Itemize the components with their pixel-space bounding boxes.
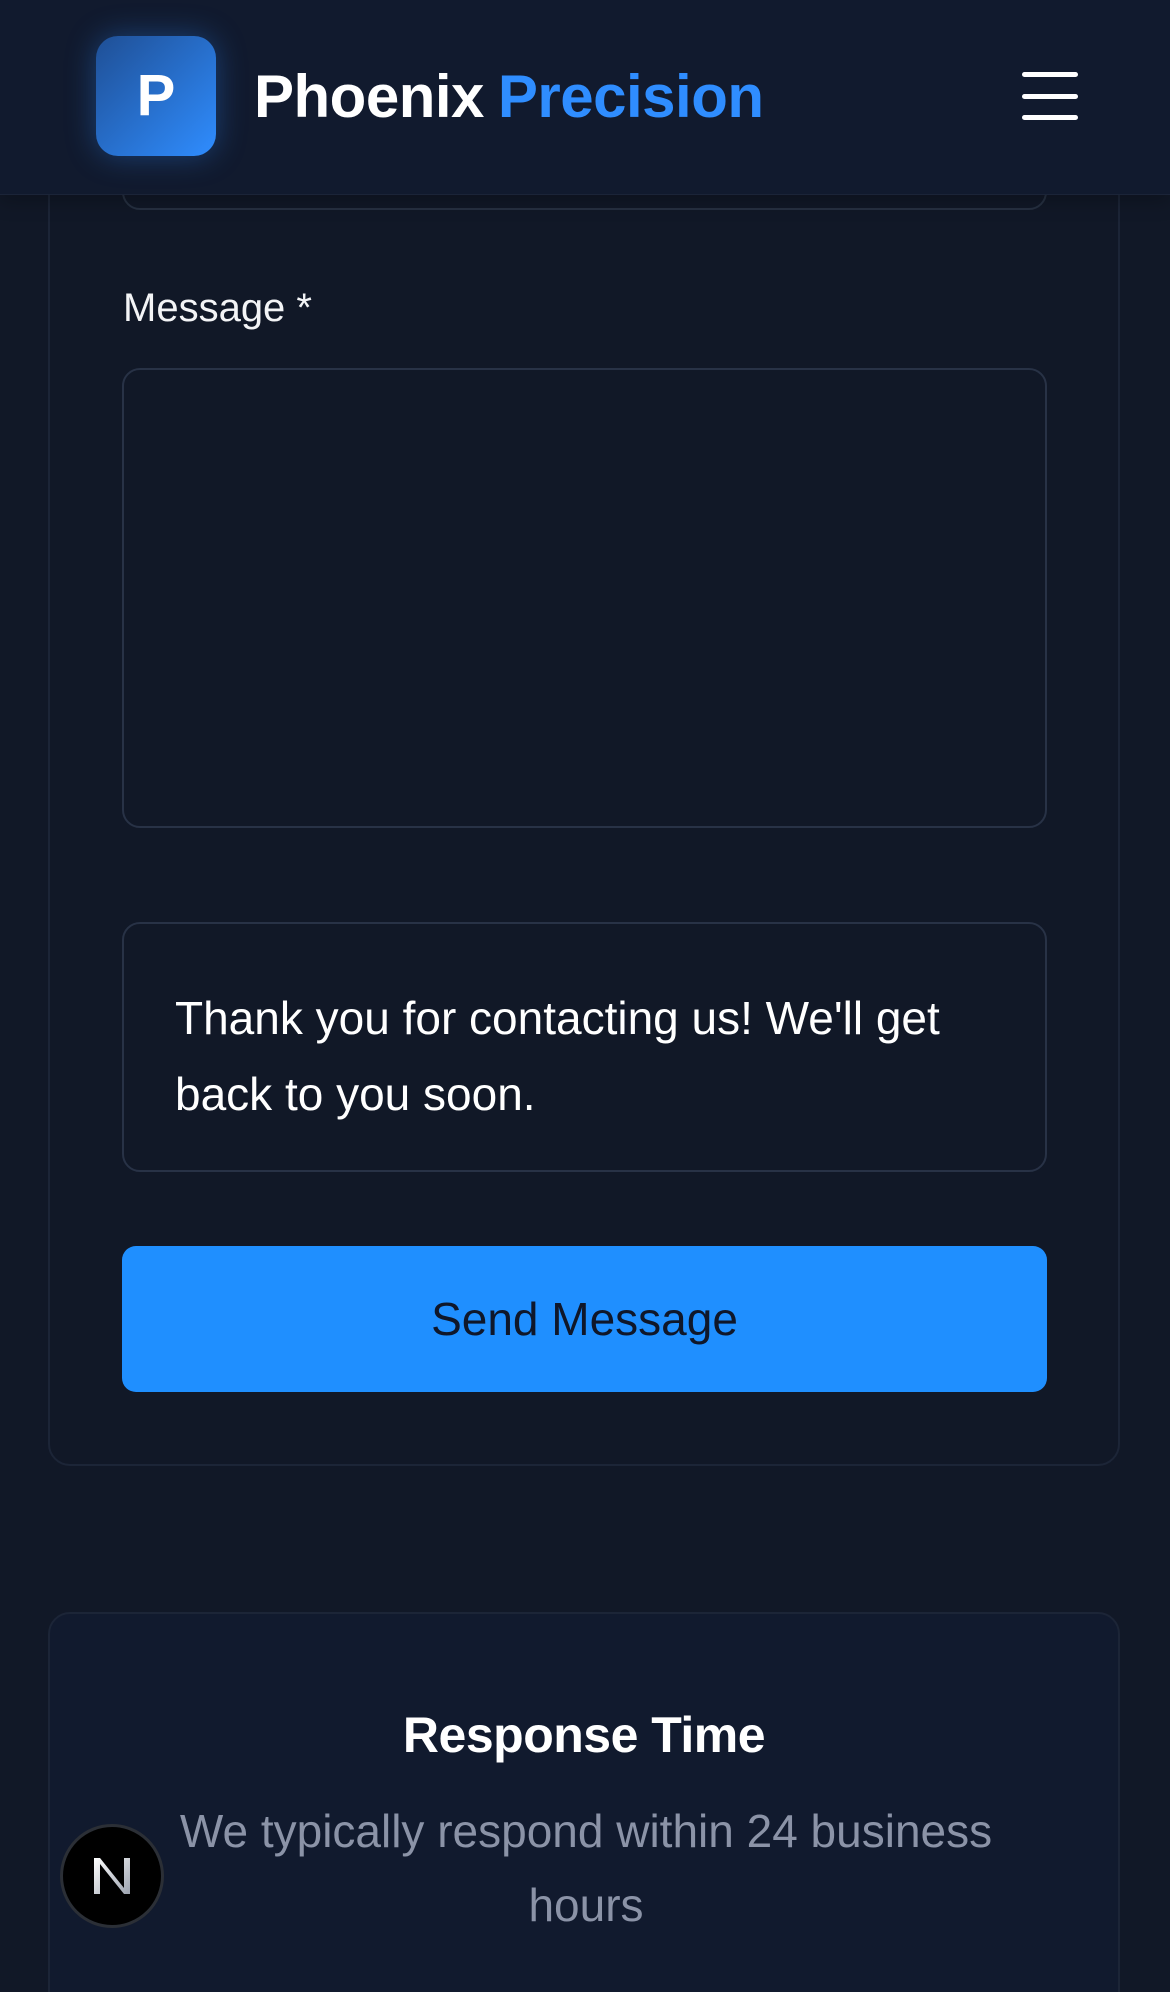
response-time-text: We typically respond within 24 business … xyxy=(179,1805,993,1931)
brand-name-primary: Phoenix xyxy=(254,62,484,130)
menu-line xyxy=(1022,72,1078,77)
message-textarea[interactable] xyxy=(122,368,1047,828)
page: P Phoenix Precision Message * Thank you … xyxy=(0,0,1170,1992)
brand-name-accent: Precision xyxy=(497,62,764,130)
brand-logo[interactable]: P xyxy=(96,36,216,156)
next-logo-icon[interactable] xyxy=(60,1824,164,1928)
response-time-card: Response Time We typically respond withi… xyxy=(48,1612,1120,1992)
response-time-title: Response Time xyxy=(402,1707,766,1763)
logo-letter: P xyxy=(136,63,176,128)
menu-line xyxy=(1022,93,1078,99)
n-logo-glyph xyxy=(94,1858,130,1894)
message-label: Message * xyxy=(123,286,312,330)
brand-name[interactable]: Phoenix Precision xyxy=(254,58,764,134)
site-header: P Phoenix Precision xyxy=(0,0,1170,195)
hamburger-menu-icon[interactable] xyxy=(1016,68,1084,124)
menu-line xyxy=(1022,115,1078,120)
confirmation-message: Thank you for contacting us! We'll get b… xyxy=(122,922,1047,1172)
send-message-button[interactable]: Send Message xyxy=(122,1246,1047,1392)
